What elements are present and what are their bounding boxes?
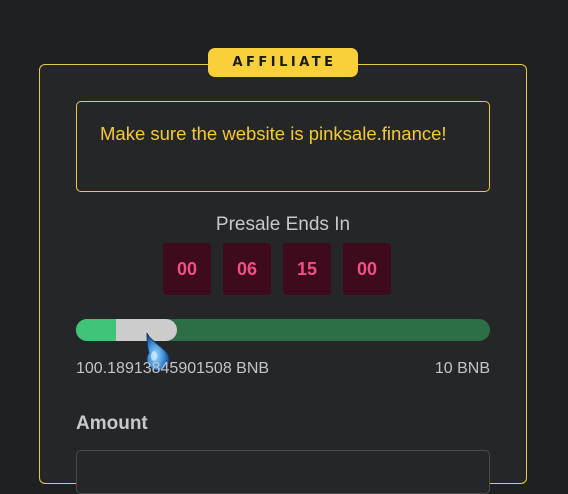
countdown-days: 00 bbox=[163, 243, 211, 295]
website-warning-notice: Make sure the website is pinksale.financ… bbox=[76, 101, 490, 192]
presale-ends-title: Presale Ends In bbox=[215, 214, 351, 235]
raised-amount-label: 100.18913845901508 BNB bbox=[76, 360, 270, 377]
progress-fill-highlight bbox=[76, 319, 116, 341]
progress-bar bbox=[76, 319, 490, 341]
amount-input[interactable] bbox=[76, 450, 490, 494]
countdown-minutes: 15 bbox=[283, 243, 331, 295]
amount-label: Amount bbox=[76, 413, 148, 434]
hard-cap-label: 10 BNB bbox=[434, 360, 490, 377]
countdown-timer: 00 06 15 00 bbox=[163, 243, 391, 295]
countdown-hours: 06 bbox=[223, 243, 271, 295]
countdown-seconds: 00 bbox=[343, 243, 391, 295]
affiliate-badge: AFFILIATE bbox=[208, 48, 358, 77]
